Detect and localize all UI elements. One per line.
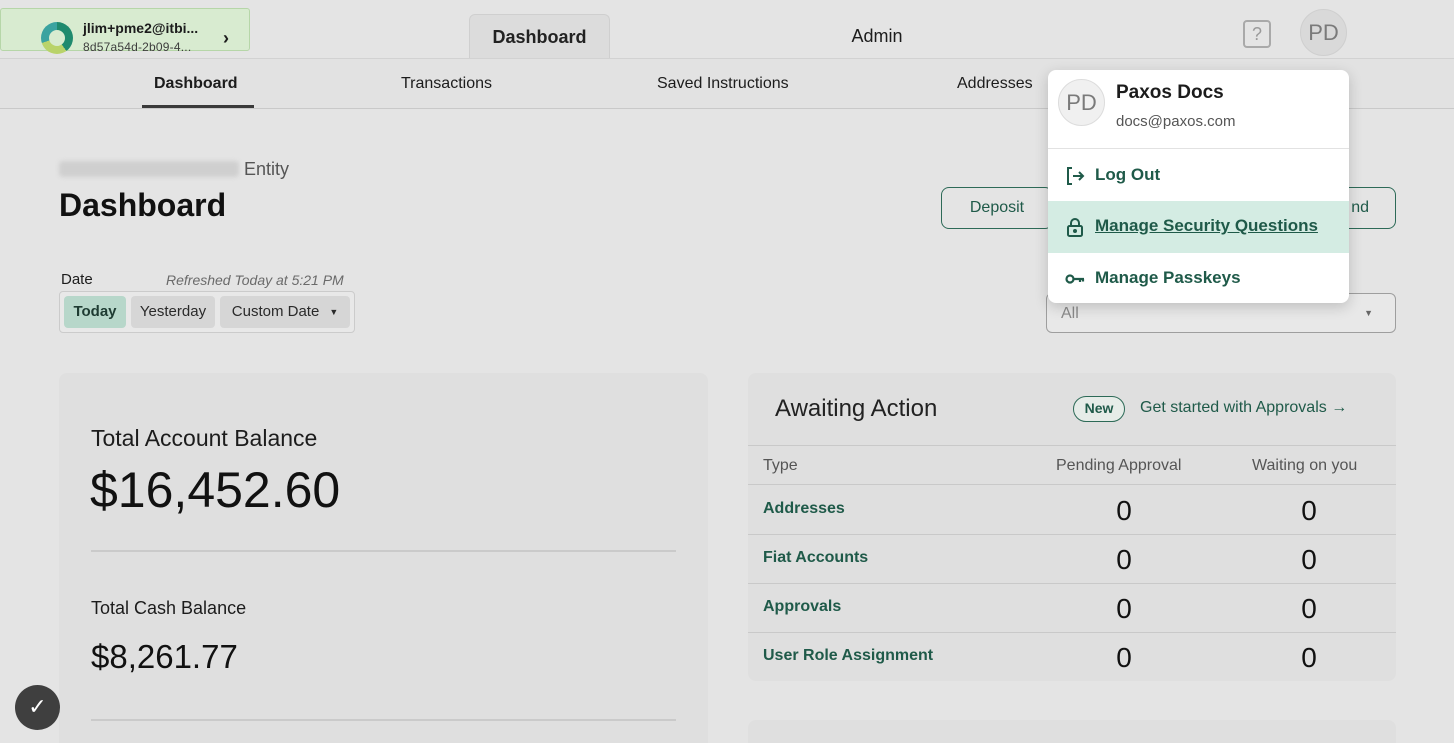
logout-menu-item[interactable]: Log Out: [1048, 150, 1349, 202]
page-title: Dashboard: [59, 187, 227, 223]
entity-switcher[interactable]: jlim+pme2@itbi... 8d57a54d-2b09-4... ›: [0, 8, 250, 54]
avatar: PD: [1058, 79, 1105, 126]
deposit-button[interactable]: Deposit: [941, 187, 1053, 229]
caret-down-icon: ▼: [329, 307, 339, 318]
table-row: Approvals 0 0: [748, 584, 1396, 633]
date-label: Date: [61, 271, 93, 288]
secondary-card: [748, 720, 1396, 743]
awaiting-action-title: Awaiting Action: [775, 395, 938, 422]
column-type: Type: [763, 457, 798, 474]
balance-card: Total Account Balance $16,452.60 Total C…: [59, 373, 708, 743]
manage-security-questions-menu-item[interactable]: Manage Security Questions: [1048, 201, 1349, 253]
user-name: Paxos Docs: [1116, 82, 1224, 103]
user-menu: PD Paxos Docs docs@paxos.com Log Out Man…: [1048, 70, 1349, 303]
approvals-link[interactable]: Get started with Approvals →: [1140, 399, 1347, 417]
account-select-value: All: [1061, 305, 1079, 322]
tab-admin[interactable]: Admin: [806, 14, 948, 58]
column-waiting-on-you: Waiting on you: [1252, 457, 1358, 474]
chevron-right-icon: ›: [223, 28, 229, 48]
divider: [91, 550, 676, 552]
manage-passkeys-menu-item[interactable]: Manage Passkeys: [1048, 253, 1349, 303]
logout-icon: [1064, 165, 1086, 187]
table-row: Fiat Accounts 0 0: [748, 535, 1396, 584]
entity-logo-icon: [41, 22, 73, 54]
total-cash-balance-label: Total Cash Balance: [91, 598, 247, 618]
column-pending-approval: Pending Approval: [1056, 457, 1182, 474]
divider: [91, 719, 676, 721]
manage-security-questions-label: Manage Security Questions: [1095, 216, 1318, 235]
caret-down-icon: ▼: [1364, 308, 1373, 318]
waiting-count: 0: [1301, 544, 1317, 575]
waiting-count: 0: [1301, 495, 1317, 526]
active-tab-indicator: [142, 105, 254, 108]
avatar[interactable]: PD: [1300, 9, 1347, 56]
row-type-link[interactable]: User Role Assignment: [763, 647, 933, 665]
question-icon[interactable]: ?: [1243, 20, 1271, 48]
row-type-link[interactable]: Fiat Accounts: [763, 549, 868, 567]
date-option-yesterday[interactable]: Yesterday: [131, 296, 215, 328]
custom-date-label: Custom Date: [231, 303, 320, 320]
table-row: Addresses 0 0: [748, 486, 1396, 535]
table-row: User Role Assignment 0 0: [748, 633, 1396, 681]
logout-label: Log Out: [1095, 165, 1161, 184]
tab-dashboard[interactable]: Dashboard: [469, 14, 610, 58]
date-filter-group: Today Yesterday Custom Date ▼: [59, 291, 355, 333]
subnav-dashboard[interactable]: Dashboard: [154, 75, 238, 93]
user-email: docs@paxos.com: [1116, 113, 1236, 130]
table-header: Type Pending Approval Waiting on you: [748, 445, 1396, 485]
entity-id: 8d57a54d-2b09-4...: [83, 40, 192, 54]
pending-count: 0: [1116, 642, 1132, 673]
entity-name: jlim+pme2@itbi...: [83, 20, 199, 36]
entity-label: Entity: [244, 159, 290, 179]
divider: [1048, 148, 1349, 149]
new-badge: New: [1073, 396, 1125, 422]
support-icon[interactable]: ✓: [15, 685, 60, 730]
date-option-today[interactable]: Today: [64, 296, 126, 328]
total-account-balance-label: Total Account Balance: [91, 425, 318, 451]
entity-email-redacted: [59, 161, 239, 177]
top-bar: jlim+pme2@itbi... 8d57a54d-2b09-4... › D…: [0, 0, 1454, 58]
total-account-balance-value: $16,452.60: [90, 462, 341, 518]
waiting-count: 0: [1301, 642, 1317, 673]
pending-count: 0: [1116, 495, 1132, 526]
awaiting-action-card: Awaiting Action New Get started with App…: [748, 373, 1396, 681]
date-option-custom[interactable]: Custom Date ▼: [220, 296, 350, 328]
pending-count: 0: [1116, 593, 1132, 624]
lock-icon: [1064, 216, 1086, 238]
manage-passkeys-label: Manage Passkeys: [1095, 268, 1241, 287]
pending-count: 0: [1116, 544, 1132, 575]
refreshed-timestamp: Refreshed Today at 5:21 PM: [166, 272, 344, 288]
row-type-link[interactable]: Addresses: [763, 500, 845, 518]
waiting-count: 0: [1301, 593, 1317, 624]
subnav-transactions[interactable]: Transactions: [401, 75, 492, 93]
subnav-saved-instructions[interactable]: Saved Instructions: [657, 75, 789, 93]
row-type-link[interactable]: Approvals: [763, 598, 841, 616]
subnav-addresses[interactable]: Addresses: [957, 75, 1033, 93]
total-cash-balance-value: $8,261.77: [91, 638, 238, 675]
key-icon: [1064, 268, 1086, 290]
